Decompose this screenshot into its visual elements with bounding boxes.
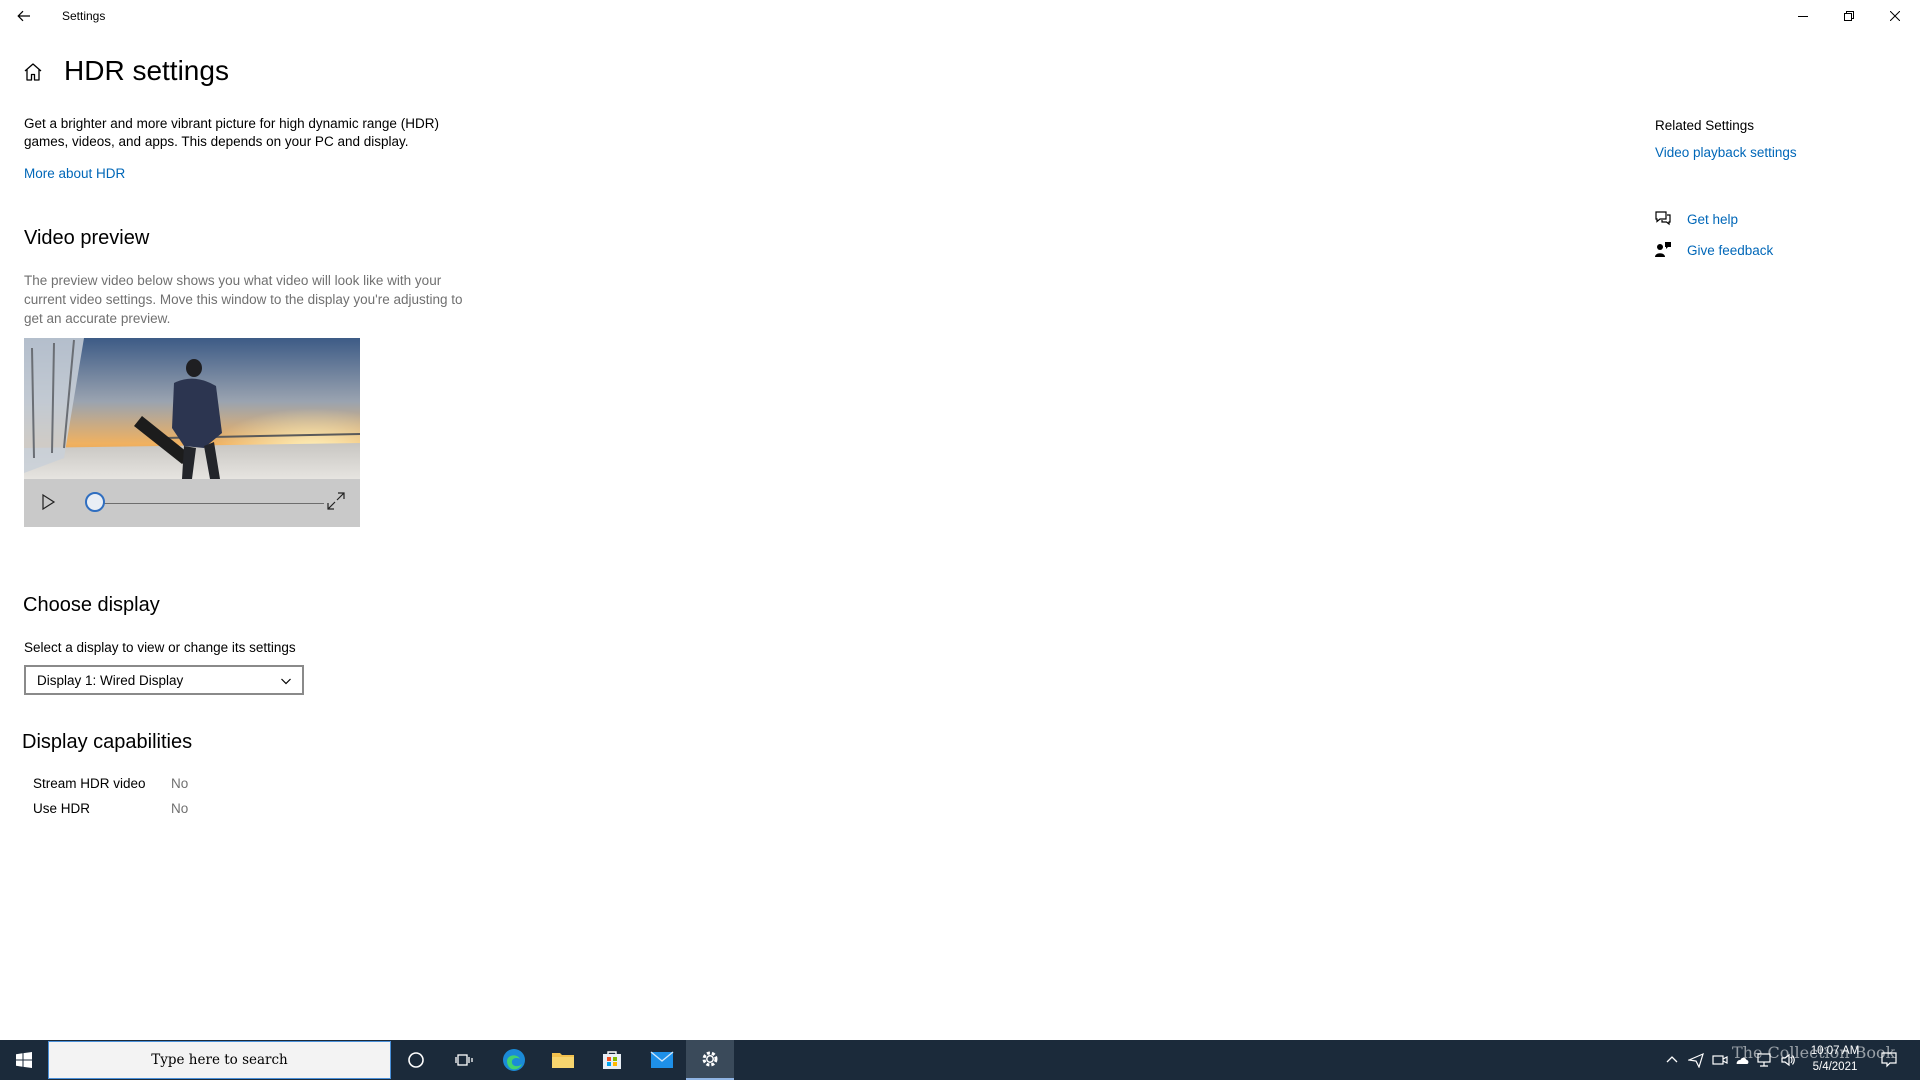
play-icon[interactable] — [38, 492, 58, 512]
fullscreen-icon[interactable] — [325, 490, 347, 512]
video-player[interactable] — [24, 338, 360, 527]
system-clock[interactable]: 10:07 AM 5/4/2021 — [1800, 1043, 1870, 1075]
choose-display-label: Select a display to view or change its s… — [24, 640, 296, 655]
video-preview-description: The preview video below shows you what v… — [24, 273, 463, 326]
meet-now-icon[interactable] — [1712, 1052, 1728, 1068]
video-frame-image — [24, 338, 360, 479]
close-icon — [1890, 11, 1900, 21]
start-button[interactable] — [0, 1040, 48, 1080]
related-settings-title: Related Settings — [1655, 118, 1755, 133]
send-icon[interactable] — [1688, 1052, 1704, 1068]
folder-icon — [552, 1053, 574, 1068]
chevron-down-icon — [281, 678, 291, 685]
capability-value: No — [171, 776, 189, 791]
mail-button[interactable] — [638, 1040, 686, 1080]
cortana-icon — [408, 1052, 424, 1068]
title-bar — [0, 0, 1920, 32]
display-capabilities-heading: Display capabilities — [22, 731, 193, 753]
capability-value: No — [171, 801, 189, 816]
window-title: Settings — [62, 9, 106, 23]
cortana-button[interactable] — [392, 1040, 440, 1080]
choose-display-heading: Choose display — [23, 594, 160, 616]
clock-date: 5/4/2021 — [1812, 1061, 1858, 1073]
task-view-button[interactable] — [440, 1040, 488, 1080]
seek-slider-thumb[interactable] — [85, 492, 105, 512]
capability-name: Use HDR — [33, 801, 91, 816]
restore-button[interactable] — [1826, 0, 1872, 32]
settings-taskbar-button[interactable] — [686, 1040, 734, 1080]
more-about-hdr-link[interactable]: More about HDR — [24, 166, 125, 181]
task-view-icon — [455, 1054, 473, 1066]
store-bag-icon — [603, 1051, 621, 1069]
get-help-link[interactable]: Get help — [1687, 212, 1738, 227]
chevron-up-icon[interactable] — [1664, 1052, 1680, 1068]
seek-track[interactable] — [96, 503, 324, 504]
close-button[interactable] — [1872, 0, 1918, 32]
intro-text: Get a brighter and more vibrant picture … — [24, 116, 439, 149]
page-title: HDR settings — [64, 55, 229, 86]
mail-icon — [650, 1051, 674, 1068]
home-icon[interactable] — [22, 61, 44, 83]
video-controls — [24, 479, 360, 527]
display-select-value: Display 1: Wired Display — [37, 672, 184, 688]
taskbar-search-box[interactable]: Type here to search — [48, 1041, 391, 1079]
windows-logo-icon — [16, 1052, 32, 1068]
give-feedback-icon — [1655, 242, 1671, 257]
gear-icon — [702, 1051, 718, 1067]
display-select[interactable]: Display 1: Wired Display — [24, 665, 304, 695]
give-feedback-link[interactable]: Give feedback — [1687, 243, 1773, 258]
capability-name: Stream HDR video — [33, 776, 146, 791]
back-arrow-icon — [17, 10, 30, 22]
video-playback-settings-link[interactable]: Video playback settings — [1655, 145, 1797, 160]
store-button[interactable] — [588, 1040, 636, 1080]
video-preview-heading: Video preview — [24, 227, 150, 249]
file-explorer-button[interactable] — [539, 1040, 587, 1080]
clock-time: 10:07 AM — [1810, 1045, 1860, 1057]
edge-browser-icon — [503, 1049, 525, 1071]
get-help-icon — [1655, 211, 1671, 226]
back-button[interactable] — [10, 4, 38, 28]
notification-center-icon[interactable] — [1880, 1051, 1898, 1069]
edge-button[interactable] — [490, 1040, 538, 1080]
minimize-button[interactable] — [1780, 0, 1826, 32]
minimize-icon — [1798, 16, 1808, 17]
restore-icon — [1844, 11, 1854, 21]
